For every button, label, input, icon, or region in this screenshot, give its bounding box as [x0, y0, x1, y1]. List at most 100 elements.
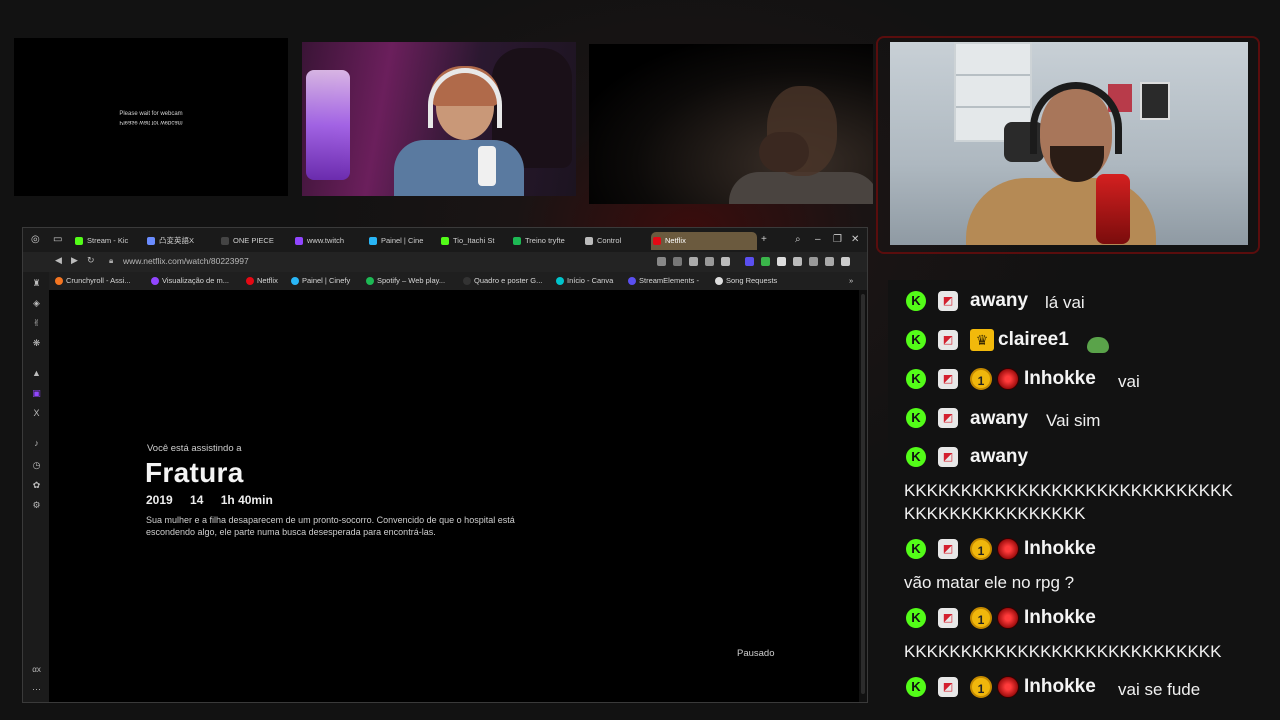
chat-username[interactable]: Inhokke	[1024, 676, 1096, 698]
kick-badge-icon: K	[906, 369, 926, 389]
bookmarks-bar: Crunchyroll - Assi... Visualização de m.…	[23, 272, 867, 290]
lock-icon: 🔒︎	[109, 256, 114, 265]
extension-icon[interactable]	[841, 257, 850, 266]
scrollbar-thumb[interactable]	[861, 294, 865, 694]
extension-icon[interactable]	[745, 257, 754, 266]
scrollbar[interactable]	[859, 290, 867, 702]
streamer-webcam	[890, 42, 1248, 245]
maximize-icon[interactable]: ❐	[833, 234, 842, 246]
canva-icon	[556, 277, 564, 285]
new-tab-button[interactable]: +	[761, 234, 767, 246]
chat-username[interactable]: awany	[970, 408, 1028, 430]
forward-icon[interactable]: ▶	[71, 255, 78, 266]
bookmark-song-requests[interactable]: Song Requests	[715, 275, 777, 287]
gesture-icon[interactable]: ✌	[31, 318, 42, 329]
guest-webcam-1	[302, 42, 576, 196]
bookmark-crunchyroll[interactable]: Crunchyroll - Assi...	[55, 275, 131, 287]
movie-meta: 2019 14 1h 40min	[146, 493, 287, 507]
instrument-icon[interactable]: ♪	[31, 438, 42, 449]
sub-badge-icon: 1	[970, 538, 992, 560]
bookmark-canva[interactable]: Início - Canva	[556, 275, 613, 287]
watching-label: Você está assistindo a	[147, 443, 242, 454]
extension-icon[interactable]	[825, 257, 834, 266]
extension-icon[interactable]	[777, 257, 786, 266]
shield-icon[interactable]	[689, 257, 698, 266]
extension-icon[interactable]	[793, 257, 802, 266]
crown-badge-icon: ♛	[970, 329, 994, 351]
close-icon[interactable]: ✕	[851, 234, 859, 246]
url-input[interactable]: www.netflix.com/watch/80223997	[123, 256, 249, 266]
sub-badge-icon: 1	[970, 676, 992, 698]
chat-text: KKKKKKKKKKKKKKKKKKKKKKKKKKKKK	[904, 481, 1233, 500]
tab-painel-cinefy[interactable]: Painel | Cine	[367, 232, 429, 250]
netflix-player[interactable]: Você está assistindo a Fratura 2019 14 1…	[49, 290, 859, 702]
heart-icon[interactable]	[721, 257, 730, 266]
extension-icon[interactable]	[761, 257, 770, 266]
pixel-badge-icon: ◩	[938, 539, 958, 559]
search-tabs-icon[interactable]: ⌕	[795, 234, 801, 246]
bookmark-quadro-poster[interactable]: Quadro e poster G...	[463, 275, 542, 287]
reload-icon[interactable]: ↻	[87, 255, 95, 266]
crunchyroll-icon	[55, 277, 63, 285]
chat-username[interactable]: clairee1	[998, 329, 1069, 351]
clock-icon[interactable]: ◷	[31, 460, 42, 471]
browser-sidebar: ♜ ◈ ✌ ❋ ▲ ▣ X ♪ ◷ ✿ ⚙ αx ···	[23, 272, 49, 702]
twitch-icon	[295, 237, 303, 245]
twitch-icon	[151, 277, 159, 285]
extension-icon[interactable]	[809, 257, 818, 266]
bookmark-netflix[interactable]: Netflix	[246, 275, 278, 287]
bookmark-streamelements[interactable]: StreamElements -	[628, 275, 699, 287]
streamelements-icon	[628, 277, 636, 285]
bookmark-spotify[interactable]: Spotify – Web play...	[366, 275, 445, 287]
tab-bar: ◎ ▭ Stream - Kic 凸変英語X ONE PIECE www.twi…	[23, 228, 867, 252]
arc-icon[interactable]: ▲	[31, 368, 42, 379]
openai-icon[interactable]: ❋	[31, 338, 42, 349]
chat-text: lá vai	[1045, 293, 1085, 312]
bunny-icon[interactable]: ✿	[31, 480, 42, 491]
chat-username[interactable]: awany	[970, 446, 1028, 468]
tab-control[interactable]: Control	[583, 232, 643, 250]
minimize-icon[interactable]: –	[815, 234, 821, 246]
tab-stream-kick[interactable]: Stream - Kic	[73, 232, 135, 250]
browser-logo-icon[interactable]: ◎	[31, 234, 40, 246]
chat-username[interactable]: Inhokke	[1024, 607, 1096, 629]
one-piece-icon	[221, 237, 229, 245]
chat-username[interactable]: Inhokke	[1024, 538, 1096, 560]
sharingan-badge-icon	[997, 607, 1019, 629]
settings-icon[interactable]: ⚙	[31, 500, 42, 511]
chat-username[interactable]: Inhokke	[1024, 368, 1096, 390]
sharingan-badge-icon	[997, 538, 1019, 560]
game-icon[interactable]: ♜	[31, 278, 42, 289]
bookmark-cinefy[interactable]: Painel | Cinefy	[291, 275, 350, 287]
tab-netflix[interactable]: Netflix	[651, 232, 757, 250]
guest-webcam-2	[589, 44, 873, 204]
tab-twitch[interactable]: www.twitch	[293, 232, 355, 250]
pixel-badge-icon: ◩	[938, 330, 958, 350]
bookmark-visualizacao[interactable]: Visualização de m...	[151, 275, 229, 287]
extension-icon[interactable]	[673, 257, 682, 266]
chat-username[interactable]: awany	[970, 290, 1028, 312]
cinefy-icon	[369, 237, 377, 245]
more-icon[interactable]: ···	[31, 684, 42, 695]
spotify-icon	[513, 237, 521, 245]
workspaces-icon[interactable]: ▭	[53, 234, 62, 246]
play-icon[interactable]	[705, 257, 714, 266]
bookmarks-overflow-icon[interactable]: »	[849, 275, 853, 287]
x-icon[interactable]: X	[31, 408, 42, 419]
compass-icon[interactable]: ◈	[31, 298, 42, 309]
chat-text: vão matar ele no rpg ?	[904, 573, 1075, 592]
tab-treino[interactable]: Treino tryfte	[511, 232, 573, 250]
extension-icon[interactable]	[657, 257, 666, 266]
movie-description: Sua mulher e a filha desaparecem de um p…	[146, 515, 515, 537]
tab-tio-itachi[interactable]: Tio_Itachi St	[439, 232, 501, 250]
tab-translate[interactable]: 凸変英語X	[145, 232, 209, 250]
tab-one-piece[interactable]: ONE PIECE	[219, 232, 281, 250]
netflix-icon	[246, 277, 254, 285]
sub-badge-icon: 1	[970, 368, 992, 390]
sidebar-bottom-label[interactable]: αx	[31, 664, 42, 675]
back-icon[interactable]: ◀	[55, 255, 62, 266]
twitch-icon[interactable]: ▣	[31, 388, 42, 399]
sharingan-badge-icon	[997, 368, 1019, 390]
sharingan-badge-icon	[997, 676, 1019, 698]
pixel-badge-icon: ◩	[938, 291, 958, 311]
